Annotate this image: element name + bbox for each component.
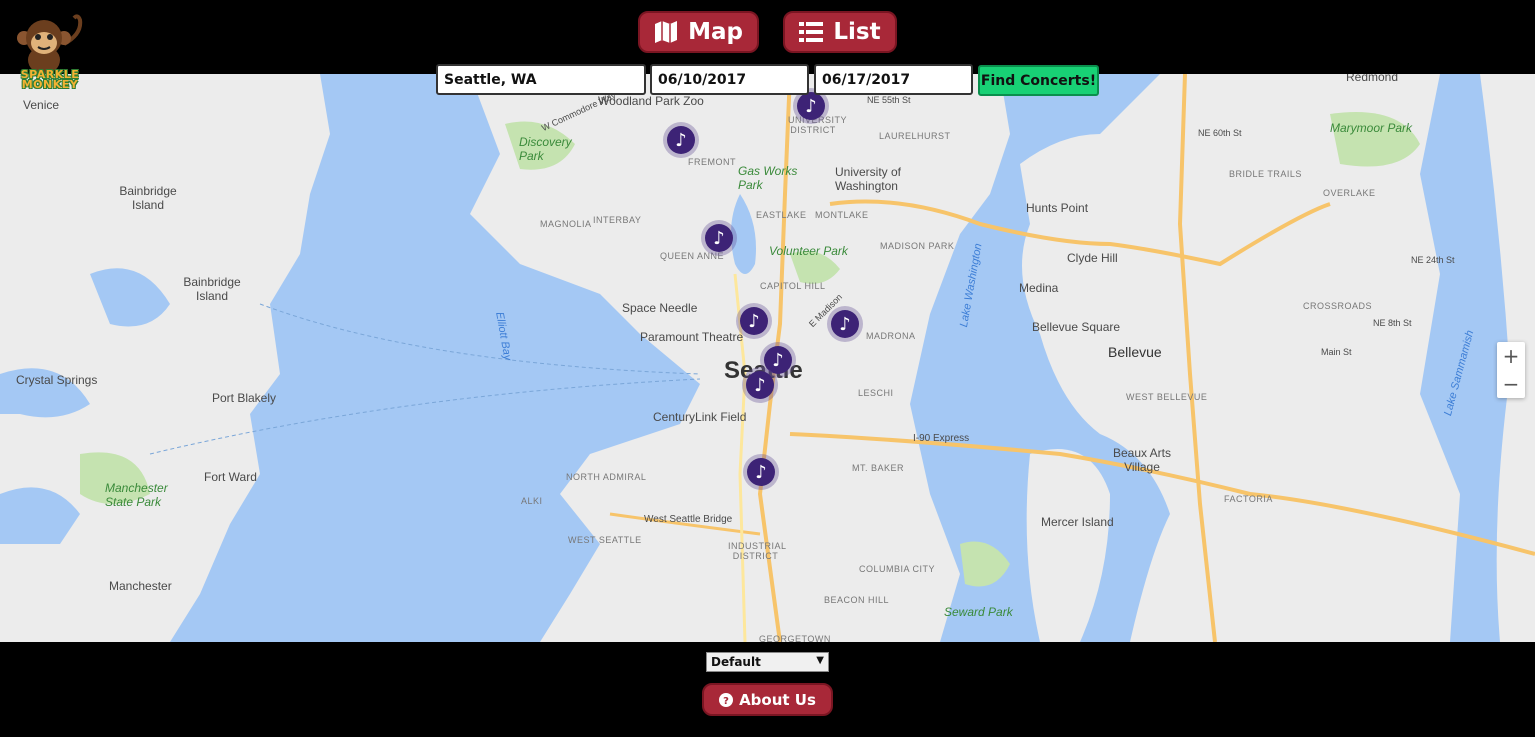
start-date-input[interactable]: 06/10/2017: [650, 64, 809, 95]
chevron-down-icon: ▼: [816, 655, 824, 666]
map-label-paramount-theatre: Paramount Theatre: [640, 330, 744, 344]
list-icon: [799, 22, 824, 42]
map-label-seward-park: Seward Park: [944, 605, 1013, 619]
map-label-capitol-hill: CAPITOL HILL: [760, 281, 826, 291]
concert-marker[interactable]: ♪: [764, 346, 792, 374]
map-label-discovery-park: Discovery Park: [519, 135, 572, 163]
list-view-label: List: [833, 19, 881, 45]
music-note-icon: ♪: [713, 227, 725, 249]
map-label-university-of-washington: University of Washington: [835, 165, 902, 193]
music-note-icon: ♪: [748, 310, 760, 332]
map-label-beaux-arts-village: Beaux Arts Village: [1112, 446, 1172, 474]
map-label-fremont: FREMONT: [688, 157, 736, 167]
map-label-beacon-hill: BEACON HILL: [824, 595, 890, 605]
find-concerts-button[interactable]: Find Concerts!: [978, 65, 1099, 96]
concert-marker[interactable]: ♪: [740, 307, 768, 335]
map-label-west-bellevue: WEST BELLEVUE: [1126, 392, 1208, 402]
map-label-interbay: INTERBAY: [593, 215, 642, 225]
map-label-ne-55th-st: NE 55th St: [867, 95, 911, 105]
concert-marker[interactable]: ♪: [797, 92, 825, 120]
concert-marker[interactable]: ♪: [746, 371, 774, 399]
map-label-mercer-island: Mercer Island: [1041, 515, 1114, 529]
map-label-overlake: OVERLAKE: [1323, 188, 1376, 198]
map-label-bridle-trails: BRIDLE TRAILS: [1229, 169, 1302, 179]
map-label-i90-express: I-90 Express: [913, 433, 970, 444]
map-label-magnolia: MAGNOLIA: [540, 219, 592, 229]
music-note-icon: ♪: [805, 95, 817, 117]
map-label-madrona: MADRONA: [866, 331, 916, 341]
map-label-bellevue-square: Bellevue Square: [1032, 320, 1121, 334]
music-note-icon: ♪: [772, 349, 784, 371]
music-note-icon: ♪: [839, 313, 851, 335]
map-label-industrial-district: INDUSTRIAL DISTRICT: [728, 541, 787, 561]
map-view-button[interactable]: Map: [638, 11, 759, 53]
map-label-ne-8th-st: NE 8th St: [1373, 318, 1412, 328]
map-icon: [655, 21, 678, 43]
map-label-manchester-state-park: Manchester State Park: [105, 481, 168, 509]
monkey-icon: [17, 14, 83, 74]
map-label-manchester: Manchester: [109, 579, 172, 593]
zoom-out-button[interactable]: −: [1497, 370, 1525, 398]
map-label-factoria: FACTORIA: [1224, 494, 1273, 504]
map-zoom-control: + −: [1497, 342, 1525, 398]
map-label-columbia-city: COLUMBIA CITY: [859, 564, 936, 574]
concert-marker[interactable]: ♪: [831, 310, 859, 338]
map-label-ne-60th-st: NE 60th St: [1198, 128, 1242, 138]
question-circle-icon: ?: [719, 692, 734, 707]
map-label-bainbridge-island-2: Bainbridge Island: [183, 275, 241, 303]
map-label-madison-park: MADISON PARK: [880, 241, 955, 251]
map-label-clyde-hill: Clyde Hill: [1067, 251, 1118, 265]
map-label-gas-works-park: Gas Works Park: [738, 164, 798, 192]
music-note-icon: ♪: [675, 129, 687, 151]
map-label-space-needle: Space Needle: [622, 301, 698, 315]
map-label-leschi: LESCHI: [858, 388, 894, 398]
filter-select[interactable]: Default ▼: [706, 652, 829, 672]
map-label-ne-24th-st: NE 24th St: [1411, 255, 1455, 265]
map-label-venice: Venice: [23, 98, 60, 112]
map-label-west-seattle: WEST SEATTLE: [568, 535, 642, 545]
concert-marker[interactable]: ♪: [667, 126, 695, 154]
map-view-label: Map: [688, 19, 743, 45]
map-label-bellevue: Bellevue: [1108, 344, 1162, 360]
concert-marker[interactable]: ♪: [705, 224, 733, 252]
filter-select-value: Default: [711, 655, 761, 669]
map-label-crossroads: CROSSROADS: [1303, 301, 1373, 311]
concert-marker[interactable]: ♪: [747, 458, 775, 486]
map-label-volunteer-park: Volunteer Park: [769, 244, 848, 258]
end-date-input[interactable]: 06/17/2017: [814, 64, 973, 95]
map-label-main-st: Main St: [1321, 347, 1352, 357]
zoom-in-button[interactable]: +: [1497, 342, 1525, 370]
map-label-mt-baker: MT. BAKER: [852, 463, 905, 473]
music-note-icon: ♪: [754, 374, 766, 396]
music-note-icon: ♪: [755, 461, 767, 483]
map-label-medina: Medina: [1019, 281, 1059, 295]
logo-text: SPARKLE MONKEY: [20, 68, 80, 91]
map-label-hunts-point: Hunts Point: [1026, 201, 1089, 215]
map-label-montlake: MONTLAKE: [815, 210, 869, 220]
about-us-button[interactable]: ? About Us: [702, 683, 833, 716]
map-label-fort-ward: Fort Ward: [204, 470, 257, 484]
map-label-crystal-springs: Crystal Springs: [16, 373, 98, 387]
about-us-label: About Us: [739, 690, 816, 709]
map-label-laurelhurst: LAURELHURST: [879, 131, 951, 141]
map-label-alki: ALKI: [521, 496, 543, 506]
map-label-redmond: Redmond: [1346, 74, 1399, 84]
location-input[interactable]: Seattle, WA: [436, 64, 646, 95]
list-view-button[interactable]: List: [783, 11, 897, 53]
concert-map[interactable]: Seattle Bellevue Discovery Park Gas Work…: [0, 74, 1535, 642]
map-label-port-blakely: Port Blakely: [212, 391, 277, 405]
map-label-georgetown: GEORGETOWN: [759, 634, 831, 642]
map-label-queen-anne: QUEEN ANNE: [660, 251, 725, 261]
map-label-eastlake: EASTLAKE: [756, 210, 807, 220]
map-label-bainbridge-island: Bainbridge Island: [119, 184, 177, 212]
map-label-west-seattle-bridge: West Seattle Bridge: [644, 514, 733, 525]
sparkle-monkey-logo[interactable]: SPARKLE MONKEY: [14, 14, 86, 90]
map-label-centurylink-field: CenturyLink Field: [653, 410, 747, 424]
svg-text:?: ?: [723, 696, 729, 707]
map-label-north-admiral: NORTH ADMIRAL: [566, 472, 647, 482]
map-label-marymoor-park: Marymoor Park: [1330, 121, 1413, 135]
